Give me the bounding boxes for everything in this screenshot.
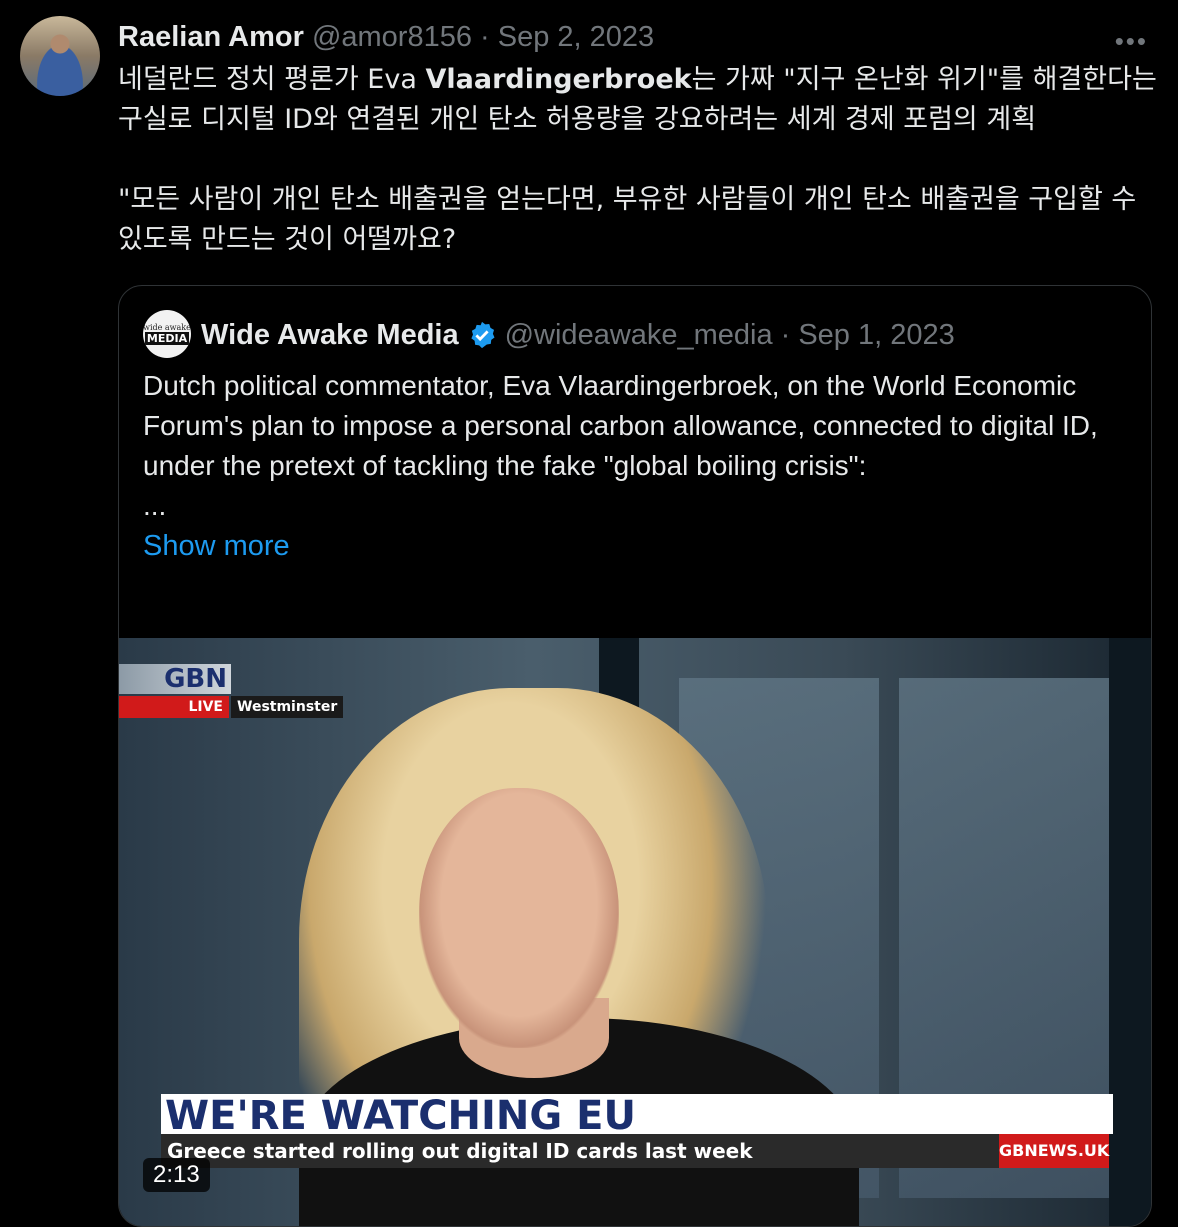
quoted-tweet-header: Wide Awake Media @wideawake_media · Sep … xyxy=(201,316,955,354)
avatar-logo-text-bottom: MEDIA xyxy=(144,332,190,345)
video-duration: 2:13 xyxy=(143,1158,210,1192)
tweet-text-prefix: 네덜란드 정치 평론가 Eva xyxy=(118,64,426,95)
more-horizontal-icon[interactable]: ••• xyxy=(1115,26,1148,57)
separator-dot: · xyxy=(480,21,490,53)
video-ticker: Greece started rolling out digital ID ca… xyxy=(161,1134,1109,1168)
video-player[interactable]: GBN LIVE Westminster WE'RE WATCHING EU G… xyxy=(119,638,1151,1226)
quoted-author-avatar[interactable]: wide awake MEDIA xyxy=(143,310,191,358)
author-avatar[interactable] xyxy=(20,16,100,96)
video-subject-face xyxy=(419,788,619,1048)
author-handle[interactable]: @amor8156 xyxy=(312,21,472,53)
tweet-text: 네덜란드 정치 평론가 Eva Vlaardingerbroek는 가짜 "지구… xyxy=(118,60,1158,260)
live-bar: LIVE Westminster xyxy=(119,696,344,718)
quoted-text-body: Dutch political commentator, Eva Vlaardi… xyxy=(143,370,1098,481)
video-headline: WE'RE WATCHING EU xyxy=(161,1094,1113,1134)
live-label: LIVE xyxy=(119,696,229,718)
location-label: Westminster xyxy=(231,696,344,718)
author-name[interactable]: Raelian Amor xyxy=(118,21,304,53)
quoted-tweet-date[interactable]: Sep 1, 2023 xyxy=(798,316,954,354)
tweet-paragraph-1: 네덜란드 정치 평론가 Eva Vlaardingerbroek는 가짜 "지구… xyxy=(118,60,1158,140)
verified-badge-icon xyxy=(470,321,495,349)
quoted-tweet-text: Dutch political commentator, Eva Vlaardi… xyxy=(143,366,1123,566)
quoted-text-ellipsis: ... xyxy=(143,490,167,521)
separator-dot: · xyxy=(780,319,791,351)
tweet-header: Raelian Amor @amor8156 · Sep 2, 2023 xyxy=(118,18,654,56)
tweet-date[interactable]: Sep 2, 2023 xyxy=(498,21,654,53)
tweet-text-bold-name: Vlaardingerbroek xyxy=(425,64,692,95)
channel-logo: GBN xyxy=(119,664,231,694)
quoted-author-name[interactable]: Wide Awake Media xyxy=(201,316,459,354)
window-frame xyxy=(1109,638,1151,1226)
quoted-tweet[interactable]: wide awake MEDIA Wide Awake Media @widea… xyxy=(118,285,1152,1227)
site-label: GBNEWS.UK xyxy=(999,1134,1109,1168)
tweet-paragraph-2: "모든 사람이 개인 탄소 배출권을 얻는다면, 부유한 사람들이 개인 탄소 … xyxy=(118,184,1137,255)
avatar-logo-text-top: wide awake xyxy=(143,323,191,332)
quoted-author-handle[interactable]: @wideawake_media xyxy=(505,316,773,354)
show-more-link[interactable]: Show more xyxy=(143,526,1123,566)
